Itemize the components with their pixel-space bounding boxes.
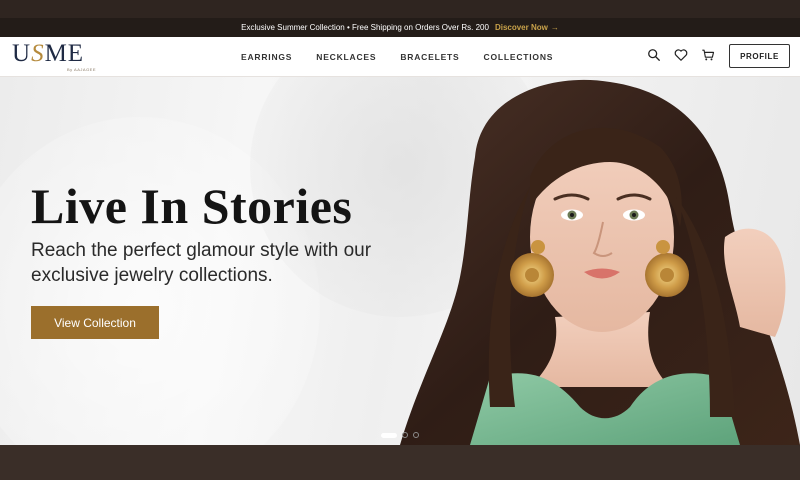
nav-item-collections[interactable]: COLLECTIONS <box>484 52 554 62</box>
discover-now-link[interactable]: Discover Now → <box>495 23 559 32</box>
main-nav: EARRINGS NECKLACES BRACELETS COLLECTIONS <box>241 37 553 77</box>
logo-subtitle: By AAJAGEE <box>67 67 97 72</box>
cart-icon[interactable] <box>701 48 715 62</box>
nav-item-earrings[interactable]: EARRINGS <box>241 52 292 62</box>
carousel-dot-3[interactable] <box>413 432 419 438</box>
logo-wordmark: USME <box>12 40 85 67</box>
hero-title: Live In Stories <box>31 178 353 234</box>
page: Exclusive Summer Collection • Free Shipp… <box>0 0 800 480</box>
bottom-bar <box>0 445 800 480</box>
hero-banner: Live In Stories Reach the perfect glamou… <box>0 77 800 445</box>
carousel-dot-2[interactable] <box>402 432 408 438</box>
carousel-dots <box>381 432 419 438</box>
site-header: USME By AAJAGEE EARRINGS NECKLACES BRACE… <box>0 37 800 77</box>
arrow-right-icon: → <box>550 23 559 32</box>
nav-item-necklaces[interactable]: NECKLACES <box>316 52 376 62</box>
header-icons <box>647 48 715 62</box>
announcement-bar: Exclusive Summer Collection • Free Shipp… <box>0 18 800 37</box>
search-icon[interactable] <box>647 48 661 62</box>
carousel-dot-1[interactable] <box>381 432 397 438</box>
profile-button[interactable]: PROFILE <box>729 44 790 68</box>
view-collection-button[interactable]: View Collection <box>31 306 159 339</box>
announcement-text: Exclusive Summer Collection • Free Shipp… <box>241 23 489 32</box>
discover-now-label: Discover Now <box>494 23 548 32</box>
brand-logo[interactable]: USME By AAJAGEE <box>12 40 107 74</box>
nav-item-bracelets[interactable]: BRACELETS <box>400 52 459 62</box>
model-image <box>400 79 800 445</box>
heart-icon[interactable] <box>674 48 688 62</box>
hero-subtitle: Reach the perfect glamour style with our… <box>31 240 372 286</box>
top-strip <box>0 0 800 18</box>
